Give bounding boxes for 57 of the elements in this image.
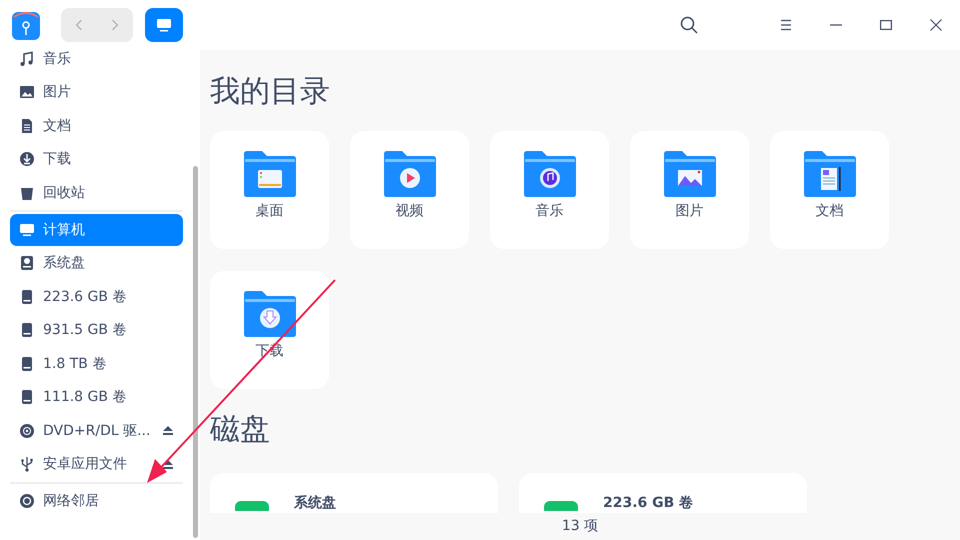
section-title: 我的目录 bbox=[210, 73, 331, 111]
folder-download-icon bbox=[242, 290, 298, 338]
disk-name: 223.6 GB 卷 bbox=[603, 495, 694, 511]
folder-card[interactable]: 文档 bbox=[770, 131, 889, 249]
eject-icon[interactable] bbox=[163, 460, 173, 468]
search-icon[interactable] bbox=[680, 16, 698, 34]
disk-card[interactable]: 系统盘 bbox=[210, 473, 498, 513]
folder-name: 文档 bbox=[816, 202, 844, 220]
app-logo-icon bbox=[12, 10, 40, 40]
sidebar-item[interactable]: 安卓应用文件 bbox=[10, 448, 183, 480]
sidebar-item[interactable]: 音乐 bbox=[10, 50, 183, 74]
chevron-left-icon bbox=[75, 19, 83, 31]
sidebar-item[interactable]: 图片 bbox=[10, 76, 183, 108]
close-icon[interactable] bbox=[930, 19, 942, 31]
sidebar-item[interactable]: 网络邻居 bbox=[10, 485, 183, 517]
folder-document-icon bbox=[802, 150, 858, 198]
sidebar-item[interactable]: 系统盘 bbox=[10, 247, 183, 279]
folder-desktop-icon bbox=[242, 150, 298, 198]
disk-name: 系统盘 bbox=[294, 495, 336, 511]
menu-icon[interactable] bbox=[780, 19, 792, 31]
download-icon bbox=[19, 151, 35, 167]
sidebar-item[interactable]: 文档 bbox=[10, 110, 183, 142]
picture-icon bbox=[19, 84, 35, 100]
folder-music-icon bbox=[522, 150, 578, 198]
folder-card[interactable]: 图片 bbox=[630, 131, 749, 249]
music-icon bbox=[19, 50, 35, 66]
folder-picture-icon bbox=[662, 150, 718, 198]
folder-video-icon bbox=[382, 150, 438, 198]
scrollbar[interactable] bbox=[193, 166, 198, 538]
network-icon bbox=[19, 493, 35, 509]
sidebar-item[interactable]: 111.8 GB 卷 bbox=[10, 381, 183, 413]
sidebar-item[interactable]: 回收站 bbox=[10, 176, 183, 208]
document-icon bbox=[19, 118, 35, 134]
folder-card[interactable]: 音乐 bbox=[490, 131, 609, 249]
maximize-icon[interactable] bbox=[880, 19, 892, 31]
folder-name: 音乐 bbox=[536, 202, 564, 220]
section-title: 磁盘 bbox=[210, 411, 271, 449]
sidebar-item[interactable]: 下载 bbox=[10, 143, 183, 175]
monitor-icon bbox=[156, 18, 172, 32]
usb-icon bbox=[19, 456, 35, 472]
sidebar-item[interactable]: 计算机 bbox=[10, 214, 183, 246]
sidebar-item[interactable]: DVD+R/DL 驱... bbox=[10, 414, 183, 446]
computer-icon bbox=[19, 222, 35, 238]
sidebar-item[interactable]: 223.6 GB 卷 bbox=[10, 280, 183, 312]
computer-view-button[interactable] bbox=[145, 8, 183, 42]
chevron-right-icon bbox=[111, 19, 119, 31]
disk-card[interactable]: 223.6 GB 卷 bbox=[519, 473, 807, 513]
folder-name: 图片 bbox=[676, 202, 704, 220]
sidebar-item[interactable]: 1.8 TB 卷 bbox=[10, 348, 183, 380]
sysdisk-icon bbox=[19, 255, 35, 271]
folder-card[interactable]: 视频 bbox=[350, 131, 469, 249]
optical-icon bbox=[19, 422, 35, 438]
folder-card[interactable]: 桌面 bbox=[210, 131, 329, 249]
eject-icon[interactable] bbox=[163, 426, 173, 435]
folder-name: 桌面 bbox=[256, 202, 284, 220]
folder-name: 视频 bbox=[396, 202, 424, 220]
sidebar-item[interactable]: 931.5 GB 卷 bbox=[10, 314, 183, 346]
